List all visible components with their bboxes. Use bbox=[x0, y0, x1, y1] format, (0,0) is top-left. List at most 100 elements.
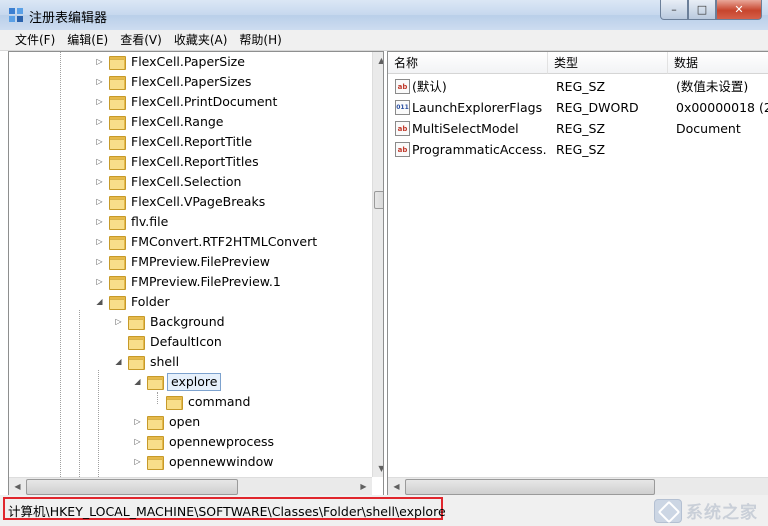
tree-item-label: FMPreview.FilePreview.1 bbox=[131, 274, 281, 289]
expand-arrow-icon[interactable]: ▷ bbox=[133, 412, 142, 432]
tree-vertical-scroll-thumb[interactable] bbox=[374, 191, 383, 209]
expand-arrow-icon[interactable]: ▷ bbox=[133, 452, 142, 472]
registry-tree-pane[interactable]: ▷ FlexCell.PaperSize ▷ FlexCell.PaperSizes ▷… bbox=[8, 51, 384, 496]
tree-item[interactable]: ◢ Folder bbox=[95, 292, 172, 312]
tree-item[interactable]: ▷ FlexCell.PrintDocument bbox=[95, 92, 279, 112]
expand-arrow-icon[interactable]: ▷ bbox=[95, 152, 104, 172]
menu-help[interactable]: 帮助(H) bbox=[233, 30, 287, 50]
title-bar[interactable]: 注册表编辑器 – □ ✕ bbox=[0, 0, 768, 30]
window-title: 注册表编辑器 bbox=[29, 11, 108, 26]
tree-item-label: FlexCell.ReportTitles bbox=[131, 154, 259, 169]
tree-item[interactable]: ▷ FlexCell.Range bbox=[95, 112, 226, 132]
folder-icon bbox=[128, 335, 145, 350]
minimize-button[interactable]: – bbox=[660, 0, 688, 20]
expand-arrow-icon[interactable]: ▷ bbox=[95, 132, 104, 152]
folder-icon bbox=[109, 115, 126, 130]
column-header-type[interactable]: 类型 bbox=[548, 52, 668, 74]
folder-icon bbox=[109, 295, 126, 310]
watermark: 系统之家 bbox=[654, 498, 758, 523]
values-horizontal-scroll-thumb[interactable] bbox=[405, 479, 655, 495]
expand-arrow-icon[interactable]: ▷ bbox=[95, 172, 104, 192]
menu-bar: 文件(F) 编辑(E) 查看(V) 收藏夹(A) 帮助(H) bbox=[0, 30, 768, 51]
tree-item-label: command bbox=[188, 394, 251, 409]
maximize-button[interactable]: □ bbox=[688, 0, 716, 20]
expand-arrow-icon[interactable]: ▷ bbox=[95, 272, 104, 292]
expand-arrow-icon[interactable]: ▷ bbox=[95, 232, 104, 252]
tree-item-label: Background bbox=[150, 314, 225, 329]
expand-arrow-icon[interactable]: ▷ bbox=[95, 192, 104, 212]
tree-item-label: opennewprocess bbox=[169, 434, 275, 449]
scroll-left-arrow-icon[interactable]: ◀ bbox=[388, 478, 405, 495]
tree-item[interactable]: ▷ FlexCell.PaperSize bbox=[95, 52, 247, 72]
scroll-up-arrow-icon[interactable]: ▲ bbox=[373, 52, 383, 69]
column-header-data[interactable]: 数据 bbox=[668, 52, 768, 74]
tree-item[interactable]: ▷ FMConvert.RTF2HTMLConvert bbox=[95, 232, 319, 252]
value-row[interactable]: ab MultiSelectModel REG_SZ Document bbox=[388, 118, 768, 139]
tree-item-label: open bbox=[169, 414, 201, 429]
menu-view[interactable]: 查看(V) bbox=[114, 30, 168, 50]
tree-item[interactable]: ▷ flv.file bbox=[95, 212, 170, 232]
tree-item-label: FlexCell.PrintDocument bbox=[131, 94, 278, 109]
scroll-left-arrow-icon[interactable]: ◀ bbox=[9, 478, 26, 495]
value-row[interactable]: ab ProgrammaticAccess... REG_SZ bbox=[388, 139, 768, 160]
registry-values-pane[interactable]: 名称 类型 数据 ab (默认) REG_SZ (数值未设置) 011 LaunchExp… bbox=[387, 51, 768, 496]
scroll-right-arrow-icon[interactable]: ▶ bbox=[355, 478, 372, 495]
tree-item[interactable]: ▷ FlexCell.ReportTitles bbox=[95, 152, 261, 172]
tree-item[interactable]: ▷ Background bbox=[114, 312, 227, 332]
column-header-name[interactable]: 名称 bbox=[388, 52, 548, 74]
folder-icon bbox=[128, 355, 145, 370]
expand-arrow-icon[interactable]: ▷ bbox=[95, 72, 104, 92]
tree-item[interactable]: ▷ FlexCell.VPageBreaks bbox=[95, 192, 267, 212]
values-horizontal-scrollbar[interactable]: ◀ bbox=[388, 477, 768, 495]
scroll-down-arrow-icon[interactable]: ▼ bbox=[373, 460, 383, 477]
expand-arrow-icon[interactable]: ▷ bbox=[114, 312, 123, 332]
collapse-arrow-icon[interactable]: ◢ bbox=[95, 292, 104, 312]
expand-arrow-icon[interactable]: ▷ bbox=[133, 432, 142, 452]
tree-item[interactable]: ▷ FMPreview.FilePreview bbox=[95, 252, 272, 272]
expand-arrow-icon[interactable]: ▷ bbox=[95, 252, 104, 272]
tree-horizontal-scroll-thumb[interactable] bbox=[26, 479, 238, 495]
tree-item[interactable]: ▷ FlexCell.PaperSizes bbox=[95, 72, 253, 92]
expand-arrow-icon[interactable]: ▷ bbox=[95, 212, 104, 232]
value-row[interactable]: 011 LaunchExplorerFlags REG_DWORD 0x0000001… bbox=[388, 97, 768, 118]
folder-icon bbox=[109, 95, 126, 110]
close-button[interactable]: ✕ bbox=[716, 0, 762, 20]
tree-guide-line bbox=[60, 52, 61, 477]
tree-item[interactable]: ▷ opennewwindow bbox=[133, 452, 275, 472]
menu-edit[interactable]: 编辑(E) bbox=[61, 30, 114, 50]
tree-item[interactable]: ▷ open bbox=[133, 412, 202, 432]
value-data: Document bbox=[676, 121, 741, 136]
tree-vertical-scrollbar[interactable]: ▲ ▼ bbox=[372, 52, 383, 477]
tree-item-label: FlexCell.PaperSize bbox=[131, 54, 245, 69]
tree-item[interactable]: ◢ shell bbox=[114, 352, 181, 372]
collapse-arrow-icon[interactable]: ◢ bbox=[114, 352, 123, 372]
expand-arrow-icon[interactable]: ▷ bbox=[95, 52, 104, 72]
menu-file[interactable]: 文件(F) bbox=[9, 30, 61, 50]
tree-item-label: FlexCell.Selection bbox=[131, 174, 242, 189]
folder-icon bbox=[166, 395, 183, 410]
tree-horizontal-scrollbar[interactable]: ◀ ▶ bbox=[9, 477, 372, 495]
collapse-arrow-icon[interactable]: ◢ bbox=[133, 372, 142, 392]
value-row[interactable]: ab (默认) REG_SZ (数值未设置) bbox=[388, 76, 768, 97]
registry-editor-icon bbox=[9, 8, 23, 22]
tree-guide-line bbox=[79, 310, 80, 477]
folder-icon bbox=[147, 455, 164, 470]
value-name: ProgrammaticAccess... bbox=[412, 142, 546, 157]
folder-icon bbox=[109, 195, 126, 210]
tree-item[interactable]: command bbox=[152, 392, 252, 412]
tree-item[interactable]: ◢ explore bbox=[133, 372, 222, 392]
tree-item-label: explore bbox=[167, 373, 222, 391]
value-type: REG_SZ bbox=[556, 79, 606, 94]
expand-arrow-icon[interactable]: ▷ bbox=[95, 112, 104, 132]
folder-icon bbox=[109, 135, 126, 150]
folder-icon bbox=[109, 215, 126, 230]
tree-item[interactable]: DefaultIcon bbox=[114, 332, 224, 352]
status-path: 计算机\HKEY_LOCAL_MACHINE\SOFTWARE\Classes\… bbox=[8, 504, 446, 519]
string-value-icon: ab bbox=[395, 142, 410, 157]
tree-item[interactable]: ▷ FMPreview.FilePreview.1 bbox=[95, 272, 283, 292]
tree-item[interactable]: ▷ FlexCell.ReportTitle bbox=[95, 132, 254, 152]
tree-item[interactable]: ▷ opennewprocess bbox=[133, 432, 276, 452]
expand-arrow-icon[interactable]: ▷ bbox=[95, 92, 104, 112]
tree-item[interactable]: ▷ FlexCell.Selection bbox=[95, 172, 243, 192]
menu-favorites[interactable]: 收藏夹(A) bbox=[168, 30, 234, 50]
